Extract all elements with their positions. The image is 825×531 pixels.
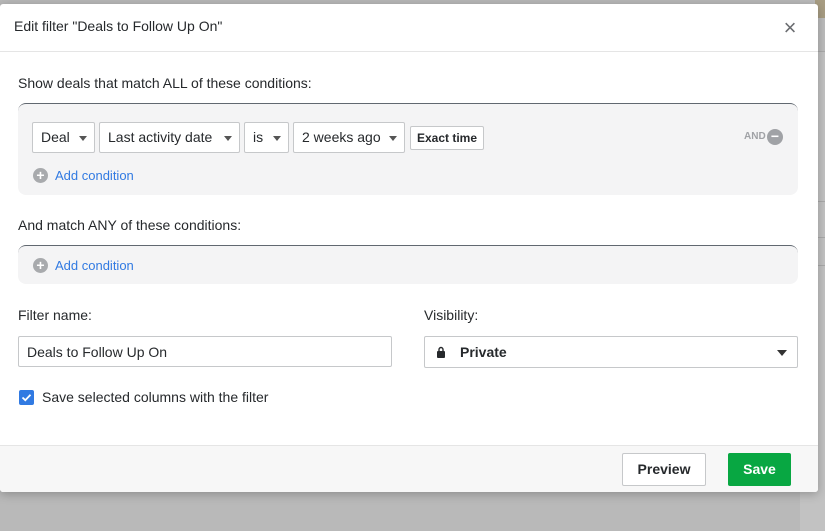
- plus-circle-icon[interactable]: +: [33, 168, 48, 183]
- visibility-value: Private: [460, 344, 507, 360]
- and-label: AND: [744, 131, 766, 142]
- field-select[interactable]: Last activity date: [99, 122, 240, 153]
- value-select-value: 2 weeks ago: [302, 129, 381, 145]
- exact-time-button[interactable]: Exact time: [410, 126, 484, 150]
- any-conditions-label: And match ANY of these conditions:: [18, 217, 242, 233]
- all-conditions-box: Deal Last activity date is 2 weeks ago E…: [18, 103, 798, 195]
- operator-select[interactable]: is: [244, 122, 289, 153]
- add-condition-link[interactable]: Add condition: [55, 258, 134, 273]
- visibility-label: Visibility:: [424, 307, 479, 323]
- save-button[interactable]: Save: [728, 453, 791, 486]
- operator-select-value: is: [253, 129, 264, 145]
- lock-icon: [437, 346, 445, 358]
- modal-footer: Preview Save: [0, 445, 818, 492]
- any-conditions-box: + Add condition: [18, 245, 798, 284]
- caret-down-icon: [79, 136, 87, 141]
- preview-button[interactable]: Preview: [622, 453, 706, 486]
- filter-name-input[interactable]: [18, 336, 392, 367]
- filter-name-label: Filter name:: [18, 307, 92, 323]
- entity-select-value: Deal: [41, 129, 70, 145]
- visibility-select[interactable]: Private: [424, 336, 798, 368]
- caret-down-icon: [777, 350, 787, 356]
- caret-down-icon: [389, 136, 397, 141]
- all-conditions-label: Show deals that match ALL of these condi…: [18, 75, 312, 91]
- save-columns-checkbox[interactable]: [19, 390, 34, 405]
- modal-title: Edit filter "Deals to Follow Up On": [14, 18, 223, 34]
- entity-select[interactable]: Deal: [32, 122, 95, 153]
- checkmark-icon: [21, 394, 32, 402]
- caret-down-icon: [273, 136, 281, 141]
- caret-down-icon: [224, 136, 232, 141]
- save-columns-label[interactable]: Save selected columns with the filter: [42, 389, 268, 405]
- add-condition-link[interactable]: Add condition: [55, 168, 134, 183]
- edit-filter-modal: Edit filter "Deals to Follow Up On" × Sh…: [0, 4, 818, 492]
- minus-circle-icon[interactable]: −: [767, 129, 783, 145]
- plus-circle-icon[interactable]: +: [33, 258, 48, 273]
- value-select[interactable]: 2 weeks ago: [293, 122, 405, 153]
- field-select-value: Last activity date: [108, 129, 213, 145]
- modal-header: Edit filter "Deals to Follow Up On" ×: [0, 4, 818, 52]
- close-icon[interactable]: ×: [780, 17, 800, 39]
